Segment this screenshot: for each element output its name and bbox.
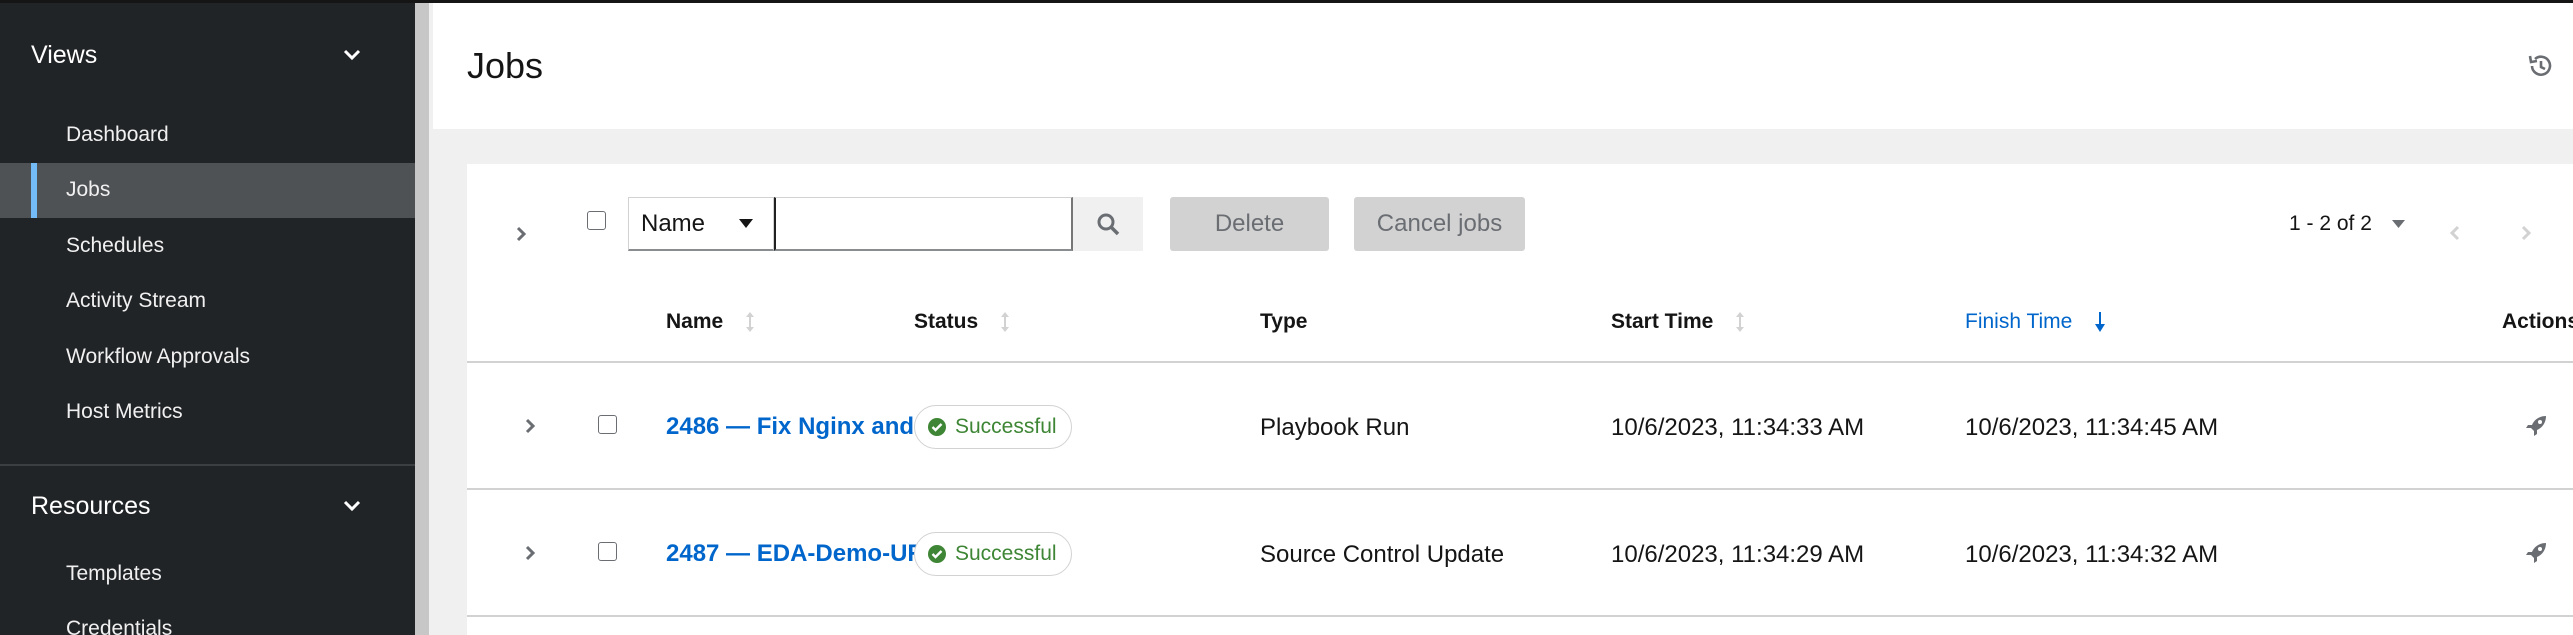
sort-descending-icon	[2095, 312, 2106, 332]
history-icon[interactable]	[2527, 52, 2555, 80]
finish-time: 10/6/2023, 11:34:32 AM	[1965, 541, 2219, 568]
pagination-label: 1 - 2 of 2	[2289, 212, 2372, 235]
sort-icon	[1736, 312, 1745, 332]
start-time: 10/6/2023, 11:34:33 AM	[1611, 414, 1865, 441]
sort-icon	[746, 312, 755, 332]
select-all-checkbox[interactable]	[587, 211, 606, 230]
start-time: 10/6/2023, 11:34:29 AM	[1611, 541, 1865, 568]
sidebar-group-label: Views	[31, 40, 98, 69]
job-type: Playbook Run	[1260, 414, 1410, 441]
status-label: Successful	[955, 415, 1057, 438]
expand-all-toggle[interactable]	[509, 222, 533, 246]
table-row: 2487 — EDA-Demo-URL-Check Successful Sou…	[467, 490, 2573, 617]
chevron-down-icon	[341, 495, 363, 517]
sidebar-item-templates[interactable]: Templates	[0, 546, 415, 602]
page-header: Jobs	[433, 3, 2573, 129]
cancel-jobs-button[interactable]: Cancel jobs	[1354, 197, 1525, 251]
main-content: Jobs Name Delete Cancel jobs 1 - 2 of 2 …	[433, 3, 2573, 635]
sidebar-item-credentials[interactable]: Credentials	[0, 602, 415, 635]
pagination-toggle[interactable]: 1 - 2 of 2	[2289, 212, 2405, 236]
column-header-label: Name	[666, 310, 724, 333]
sidebar-item-label: Credentials	[66, 617, 173, 635]
column-header-type: Type	[1260, 310, 1307, 334]
column-header-label: Status	[914, 310, 979, 333]
sidebar-item-label: Host Metrics	[66, 400, 183, 424]
sidebar-item-label: Schedules	[66, 233, 165, 257]
column-header-label: Finish Time	[1965, 310, 2073, 333]
filter-key-value: Name	[641, 209, 706, 237]
sidebar-item-label: Jobs	[66, 178, 111, 202]
sidebar-item-label: Workflow Approvals	[66, 344, 251, 368]
sidebar-scrollbar[interactable]	[415, 3, 429, 635]
sidebar-group-label: Resources	[31, 491, 151, 520]
column-header-actions: Actions	[2502, 310, 2573, 334]
sidebar: Views Dashboard Jobs Schedules Activity …	[0, 3, 415, 635]
status-badge: Successful	[914, 532, 1072, 576]
status-badge: Successful	[914, 405, 1072, 449]
column-header-label: Type	[1260, 310, 1308, 333]
chevron-left-icon	[2449, 225, 2460, 241]
check-circle-icon	[928, 418, 946, 436]
row-expand-toggle[interactable]	[519, 542, 541, 564]
sidebar-item-label: Dashboard	[66, 122, 169, 146]
sidebar-item-label: Templates	[66, 561, 162, 585]
search-input[interactable]	[774, 197, 1073, 251]
search-icon	[1097, 213, 1120, 236]
row-expand-toggle[interactable]	[519, 415, 541, 437]
sidebar-item-label: Activity Stream	[66, 289, 207, 313]
sidebar-item-workflow-approvals[interactable]: Workflow Approvals	[0, 329, 415, 385]
row-select-checkbox[interactable]	[598, 415, 617, 434]
relaunch-rocket-icon[interactable]	[2523, 413, 2549, 439]
sidebar-item-jobs[interactable]: Jobs	[0, 162, 415, 218]
sidebar-item-dashboard[interactable]: Dashboard	[0, 107, 415, 163]
sort-icon	[1001, 312, 1010, 332]
job-type: Source Control Update	[1260, 541, 1505, 568]
column-header-label: Start Time	[1611, 310, 1714, 333]
check-circle-icon	[928, 545, 946, 563]
next-page-button[interactable]	[2515, 222, 2537, 244]
status-label: Successful	[955, 542, 1057, 565]
previous-page-button[interactable]	[2444, 222, 2466, 244]
column-header-name[interactable]: Name	[666, 310, 755, 334]
search-filter: Name	[628, 197, 1143, 251]
relaunch-rocket-icon[interactable]	[2523, 540, 2549, 566]
column-header-label: Actions	[2502, 310, 2573, 333]
caret-down-icon	[2391, 220, 2405, 228]
delete-button[interactable]: Delete	[1170, 197, 1329, 251]
sidebar-item-host-metrics[interactable]: Host Metrics	[0, 385, 415, 441]
chevron-right-icon	[525, 545, 536, 561]
chevron-right-icon	[2521, 225, 2532, 241]
row-select-checkbox[interactable]	[598, 542, 617, 561]
column-header-start-time[interactable]: Start Time	[1611, 310, 1745, 334]
sidebar-group-views[interactable]: Views	[0, 3, 415, 107]
column-header-status[interactable]: Status	[914, 310, 1010, 334]
chevron-down-icon	[341, 44, 363, 66]
caret-down-icon	[739, 219, 753, 228]
jobs-list-card: Name Delete Cancel jobs 1 - 2 of 2 Name …	[467, 164, 2573, 635]
chevron-right-icon	[525, 418, 536, 434]
page-title: Jobs	[467, 45, 544, 86]
filter-key-select[interactable]: Name	[628, 197, 774, 251]
column-header-finish-time[interactable]: Finish Time	[1965, 310, 2106, 334]
sidebar-item-activity-stream[interactable]: Activity Stream	[0, 274, 415, 330]
table-row: 2486 — Fix Nginx and update all Successf…	[467, 363, 2573, 490]
search-button[interactable]	[1073, 197, 1143, 251]
finish-time: 10/6/2023, 11:34:45 AM	[1965, 414, 2219, 441]
chevron-right-icon	[516, 226, 527, 242]
sidebar-group-resources[interactable]: Resources	[0, 466, 415, 546]
sidebar-item-schedules[interactable]: Schedules	[0, 218, 415, 274]
